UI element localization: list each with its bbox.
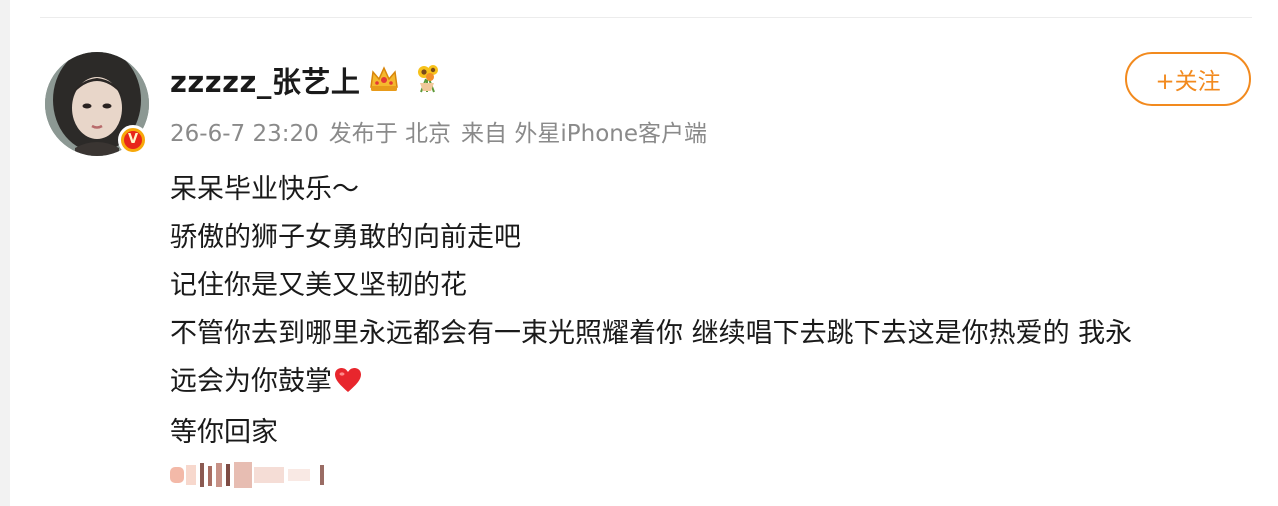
sunflower-bouquet-icon	[414, 63, 442, 97]
post-time[interactable]: 26-6-7 23:20	[170, 121, 319, 147]
left-edge-strip	[0, 0, 10, 506]
follow-button[interactable]: +关注	[1125, 52, 1251, 106]
post-location: 发布于 北京	[328, 121, 452, 147]
post-source[interactable]: 来自 外星iPhone客户端	[461, 121, 707, 147]
content-line: 记住你是又美又坚韧的花	[170, 270, 467, 301]
content-line-with-emoji: 远会为你鼓掌	[170, 358, 1250, 409]
author-row: zzzzz_张艺上	[170, 60, 442, 100]
top-divider	[40, 17, 1252, 18]
post-meta: 26-6-7 23:20 发布于 北京 来自 外星iPhone客户端	[170, 114, 717, 148]
author-name[interactable]: zzzzz_张艺上	[170, 59, 360, 101]
post-content: 呆呆毕业快乐～ 骄傲的狮子女勇敢的向前走吧 记住你是又美又坚韧的花 不管你去到哪…	[170, 166, 1250, 457]
content-line: 呆呆毕业快乐～	[170, 174, 359, 205]
crown-icon	[368, 63, 400, 97]
vip-v-badge-icon: V	[118, 125, 148, 155]
content-line: 等你回家	[170, 417, 278, 448]
content-line: 远会为你鼓掌	[170, 366, 332, 397]
red-heart-icon	[334, 361, 362, 409]
content-line: 不管你去到哪里永远都会有一束光照耀着你 继续唱下去跳下去这是你热爱的 我永	[170, 318, 1133, 349]
redacted-link	[170, 461, 330, 489]
content-line: 骄傲的狮子女勇敢的向前走吧	[170, 222, 521, 253]
author-avatar[interactable]: V	[45, 52, 149, 156]
